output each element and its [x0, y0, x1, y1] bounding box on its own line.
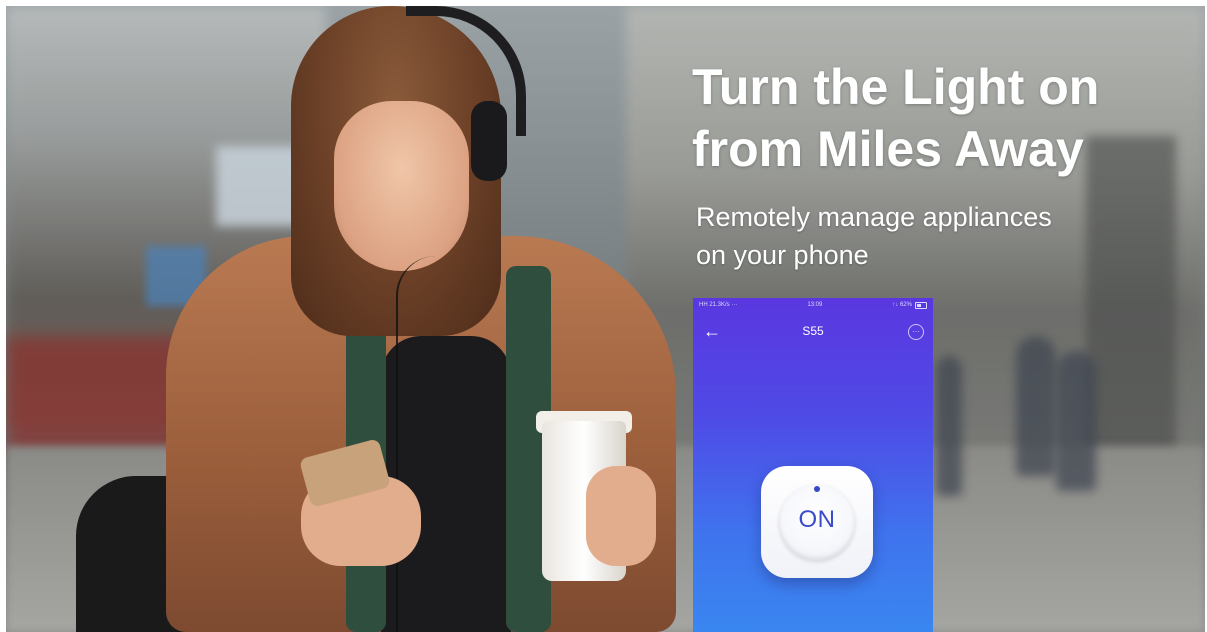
- subheadline-line: on your phone: [696, 240, 869, 270]
- background-pedestrian: [1016, 336, 1056, 476]
- headphone-cup: [471, 101, 507, 181]
- power-toggle-button[interactable]: ON: [761, 466, 873, 578]
- background-pedestrian: [936, 356, 962, 496]
- headline-line: Turn the Light on: [692, 59, 1100, 115]
- headphones-icon: [406, 6, 526, 136]
- battery-icon: [914, 301, 927, 309]
- headline: Turn the Light on from Miles Away: [692, 56, 1172, 180]
- hand: [586, 466, 656, 566]
- banner: Turn the Light on from Miles Away Remote…: [6, 6, 1205, 632]
- status-bar: ΗΗ 21.3K/s ··· 13:09 ↑↓ 62%: [693, 298, 933, 312]
- power-indicator-icon: [814, 486, 820, 492]
- woman-photo: [76, 6, 676, 632]
- subheadline: Remotely manage appliances on your phone: [696, 198, 1166, 274]
- status-right: ↑↓ 62%: [892, 301, 927, 309]
- network-status: ↑↓ 62%: [892, 302, 912, 308]
- status-time: 13:09: [807, 302, 823, 308]
- power-state-label: ON: [798, 506, 836, 533]
- background-pedestrian: [1056, 351, 1096, 491]
- background-column: [1086, 136, 1176, 476]
- app-screen: ΗΗ 21.3K/s ··· 13:09 ↑↓ 62% ← S55 ··· ON: [693, 298, 933, 632]
- device-title: S55: [802, 324, 824, 338]
- app-bar: ← S55 ···: [693, 318, 933, 348]
- more-options-icon[interactable]: ···: [908, 324, 924, 340]
- headline-line: from Miles Away: [692, 121, 1084, 177]
- signal-status: ΗΗ 21.3K/s ···: [699, 302, 738, 308]
- subheadline-line: Remotely manage appliances: [696, 202, 1052, 232]
- earphone-cord: [396, 256, 478, 632]
